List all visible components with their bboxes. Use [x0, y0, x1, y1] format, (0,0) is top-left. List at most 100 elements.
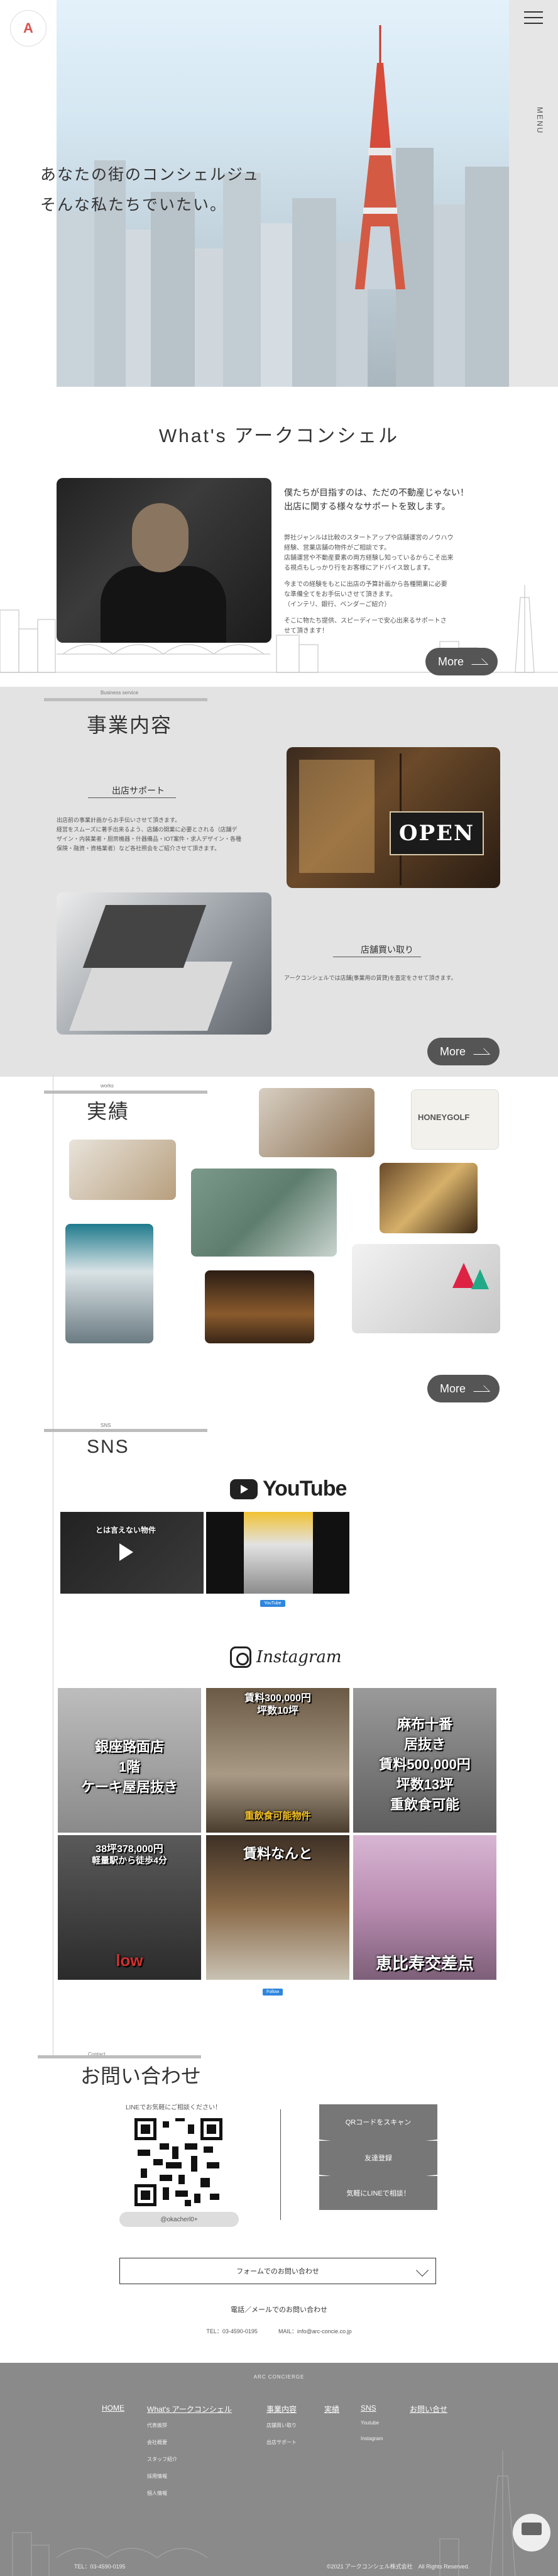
result-photo-cafe-interior[interactable] — [259, 1088, 375, 1157]
form-button-label: フォームでのお問い合わせ — [236, 2268, 319, 2275]
line-note: LINEでお気軽にご相談ください！ — [126, 2104, 222, 2111]
instagram-post-1[interactable]: 銀座路面店 1階 ケーキ屋居抜き — [58, 1688, 201, 1833]
business-tag: Business service — [101, 690, 139, 696]
youtube-card-1-caption: とは言えない物件 — [96, 1526, 156, 1535]
line-steps: QRコードをスキャン 友達登録 気軽にLINEで相談！ — [319, 2104, 437, 2210]
more-label: More — [439, 1045, 466, 1058]
divider — [280, 2109, 281, 2220]
instagram-post-6[interactable]: 恵比寿交差点 — [353, 1835, 496, 1980]
post-text: 麻布十番 — [397, 1716, 452, 1732]
footer-link-results[interactable]: 実績 — [324, 2404, 339, 2414]
result-photo-counter-shop[interactable] — [69, 1140, 176, 1200]
result-photo-office[interactable] — [352, 1244, 500, 1333]
business-title: 事業内容 — [87, 714, 173, 736]
youtube-subscribe-button[interactable]: YouTube — [260, 1600, 285, 1607]
hero-line-1: あなたの街のコンシェルジュ — [40, 165, 260, 184]
post-text: 賃料500,000円 — [379, 1757, 471, 1772]
menu-label[interactable]: MENU — [535, 107, 544, 134]
results-tag: works — [101, 1083, 114, 1089]
store-body-line: ザイン・内装業者・厨房機器・什器備品・IOT案件・求人デザイン・各種 — [57, 836, 242, 842]
footer-link-greeting[interactable]: 代表挨拶 — [147, 2422, 232, 2429]
youtube-logo[interactable]: YouTube — [230, 1477, 347, 1501]
whats-body-line: 経験、営業店舗の物件がご相談です。 — [284, 545, 390, 552]
footer-link-buyout[interactable]: 店舗買い取り — [266, 2422, 297, 2429]
post-text: 恵比寿交差点 — [375, 1954, 474, 1973]
business-more-button[interactable]: More — [427, 1038, 500, 1065]
hamburger-menu-icon[interactable] — [524, 11, 543, 25]
footer-link-youtube[interactable]: Youtube — [361, 2420, 383, 2426]
post-text: ケーキ屋居抜き — [80, 1779, 178, 1795]
instagram-post-2[interactable]: 賃料300,000円 坪数10坪 重飲食可能物件 — [206, 1688, 349, 1833]
arrow-right-icon — [468, 1385, 490, 1392]
logo-mark: A — [23, 20, 33, 36]
whats-body-line: 店舗運営や不動産要素の両方経験し知っているからこそ出来 — [284, 555, 454, 562]
sns-tag: SNS — [101, 1423, 111, 1428]
result-photo-storefront[interactable] — [191, 1169, 337, 1257]
footer-link-recruit[interactable]: 採用情報 — [147, 2473, 232, 2480]
post-text: 軽量駅から徒歩4分 — [92, 1855, 167, 1865]
side-menu-strip[interactable] — [509, 0, 558, 387]
footer-link-sns[interactable]: SNS — [361, 2404, 383, 2412]
results-more-button[interactable]: More — [427, 1375, 500, 1402]
phone-mail-lines: TEL：03-4590-0195 MAIL：info@arc-concie.co… — [0, 2327, 558, 2335]
footer-link-store-support[interactable]: 出店サポート — [266, 2439, 297, 2446]
post-text: 38坪378,000円 — [96, 1844, 163, 1855]
footer-col-home: HOME — [102, 2404, 124, 2420]
whats-body-line: る視点もしっかり行をお客様にアドバイス致します。 — [284, 565, 434, 572]
instagram-logo[interactable]: Instagram — [230, 1646, 342, 1668]
instagram-follow-button[interactable]: Follow — [263, 1989, 283, 1996]
instagram-post-5[interactable]: 賃料なんと — [206, 1835, 349, 1980]
footer-link-instagram[interactable]: Instagram — [361, 2436, 383, 2441]
store-body-line: 経営をスムーズに著手出来るよう、店舗の開業に必要とされる（店舗デ — [57, 826, 238, 833]
instagram-icon — [230, 1646, 251, 1668]
footer-skyline-illustration — [12, 2451, 550, 2576]
sns-title: SNS — [87, 1436, 129, 1457]
store-buyout-body: アークコンシェルでは店舗(事業用の賃貸)を査定をさせて頂きます。 — [284, 975, 457, 981]
post-text: 1階 — [118, 1759, 141, 1775]
footer-link-staff[interactable]: スタッフ紹介 — [147, 2456, 232, 2463]
footer-col-contact: お問い合せ — [410, 2404, 447, 2422]
section-divider — [38, 2055, 201, 2058]
contact-title: お問い合わせ — [80, 2065, 202, 2087]
post-text: 坪数13坪 — [396, 1777, 454, 1792]
play-icon — [119, 1543, 133, 1561]
result-photo-tempura[interactable] — [380, 1163, 478, 1233]
contact-tel[interactable]: TEL：03-4590-0195 — [206, 2328, 258, 2334]
step-scan-qr: QRコードをスキャン — [319, 2104, 437, 2146]
footer-link-whats[interactable]: What's アークコンシェル — [147, 2404, 232, 2414]
tokyo-tower-illustration — [355, 25, 405, 289]
result-photo-restaurant-front[interactable] — [65, 1224, 153, 1343]
instagram-post-3[interactable]: 麻布十番 居抜き 賃料500,000円 坪数13坪 重飲食可能 — [353, 1688, 496, 1833]
hero-line-2: そんな私たちでいたい。 — [40, 196, 227, 214]
footer-link-contact[interactable]: お問い合せ — [410, 2404, 447, 2414]
contact-form-button[interactable]: フォームでのお問い合わせ — [119, 2258, 436, 2284]
store-body-line: 保険・融資・資格業者）など各社照会をご紹介させて頂きます。 — [57, 845, 221, 852]
result-photo-alley[interactable] — [205, 1270, 314, 1343]
result-photo-honeygolf[interactable]: HONEYGOLF — [411, 1089, 499, 1150]
post-text: 重飲食可能物件 — [244, 1811, 311, 1821]
store-support-title: 出店サポート — [112, 786, 165, 796]
footer-link-privacy[interactable]: 個人情報 — [147, 2490, 232, 2497]
line-qr-code[interactable] — [134, 2118, 222, 2206]
whats-more-button[interactable]: More — [425, 648, 498, 675]
footer-copyright: ©2021 アークコンシェル株式会社 All Rights Reserved. — [327, 2563, 470, 2570]
line-id-badge[interactable]: @okacherl0+ — [119, 2212, 239, 2227]
company-logo[interactable]: A — [10, 10, 46, 47]
open-sign: OPEN — [390, 811, 484, 855]
hero-section: A MENU あなたの街のコンシェルジュ そんな私たちでいたい。 — [0, 0, 558, 402]
footer-link-home[interactable]: HOME — [102, 2404, 124, 2412]
youtube-play-icon — [230, 1479, 258, 1499]
post-text: 居抜き — [403, 1736, 446, 1752]
footer-link-business[interactable]: 事業内容 — [266, 2404, 297, 2414]
footer-tel[interactable]: TEL：03-4590-0195 — [74, 2562, 126, 2570]
contact-mail[interactable]: MAIL：info@arc-concie.co.jp — [278, 2328, 352, 2334]
store-support-body: 出店前の事業計画からお手伝いさせて頂きます。 経営をスムーズに著手出来るよう、店… — [57, 816, 275, 853]
more-label: More — [439, 1382, 466, 1395]
honeygolf-sign: HONEYGOLF — [418, 1113, 470, 1122]
post-text: low — [116, 1951, 143, 1970]
footer-link-company[interactable]: 会社概要 — [147, 2439, 232, 2446]
youtube-video-card-2[interactable] — [206, 1512, 349, 1594]
instagram-post-4[interactable]: 38坪378,000円 軽量駅から徒歩4分 low — [58, 1835, 201, 1980]
youtube-video-card-1[interactable]: とは言えない物件 — [60, 1512, 204, 1594]
footer-col-whats: What's アークコンシェル 代表挨拶 会社概要 スタッフ紹介 採用情報 個人… — [147, 2404, 232, 2507]
